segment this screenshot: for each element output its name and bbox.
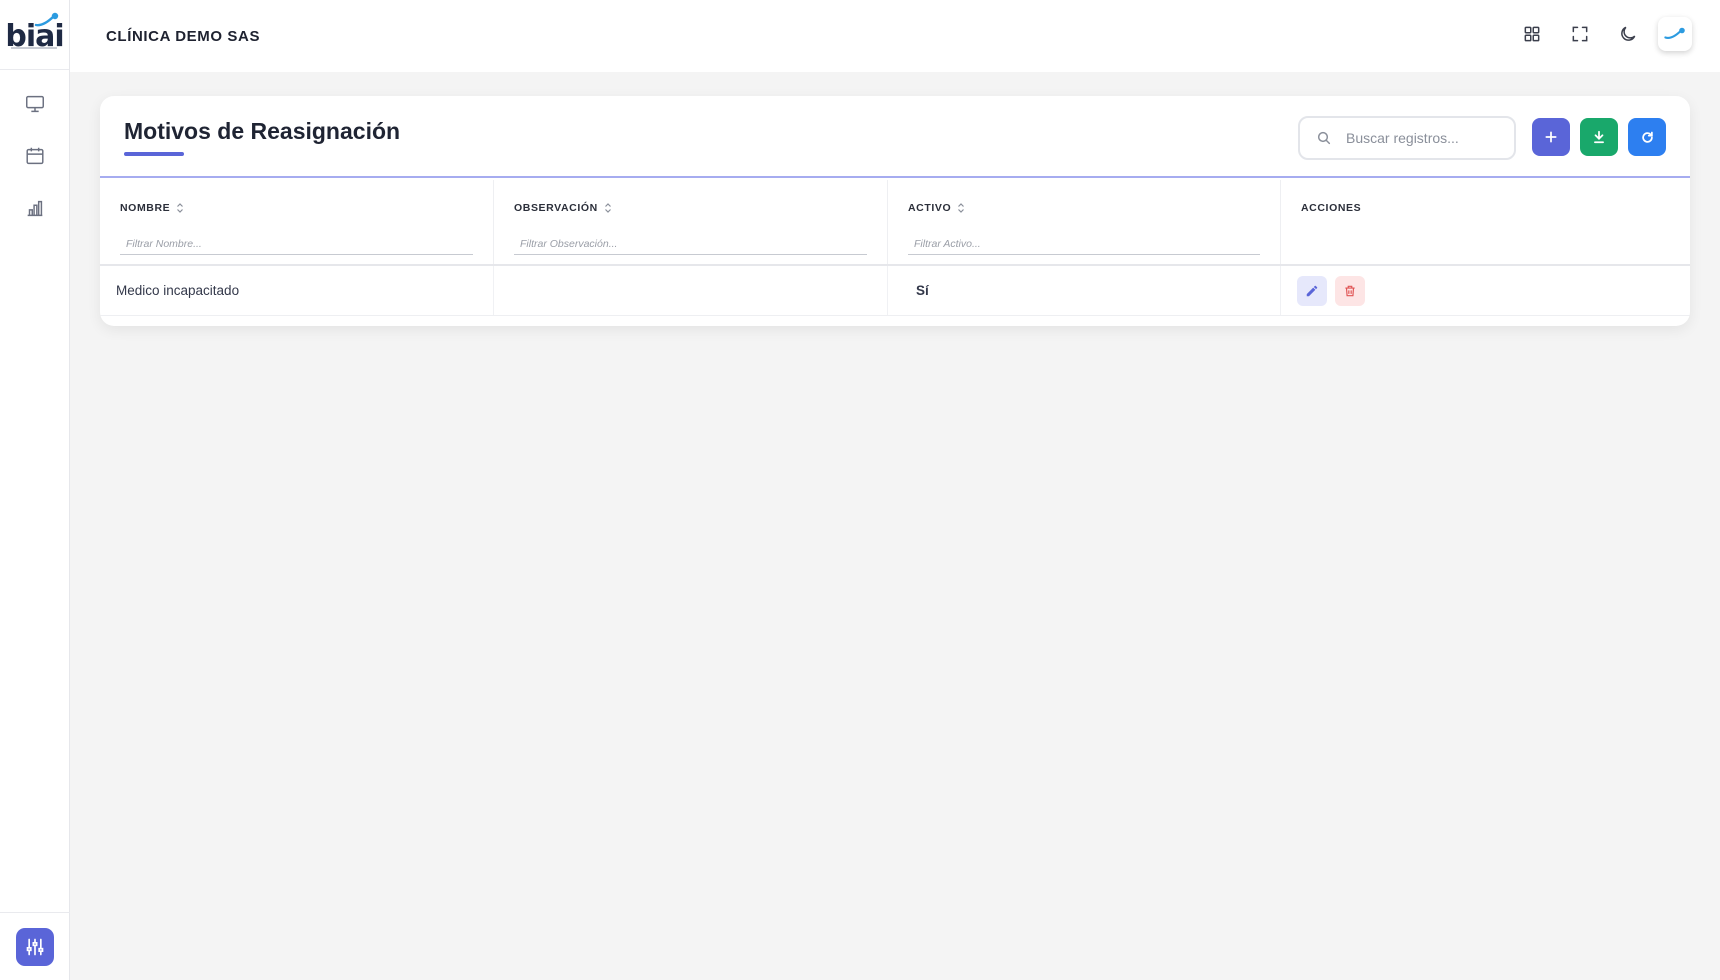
- search-input[interactable]: [1346, 130, 1496, 146]
- column-header-nombre[interactable]: NOMBRE: [120, 202, 184, 214]
- filter-observacion-input[interactable]: [514, 234, 867, 255]
- records-table: NOMBRE OBSERVACIÓN ACTIVO: [100, 180, 1690, 316]
- download-icon: [1594, 130, 1604, 144]
- sort-icon: [177, 203, 184, 213]
- edit-button[interactable]: [1297, 275, 1327, 306]
- cell-activo: Sí: [888, 266, 1281, 315]
- avatar-logo-icon: [1664, 27, 1685, 39]
- column-label: ACCIONES: [1301, 202, 1362, 214]
- fullscreen-icon: [1572, 26, 1588, 42]
- column-label: NOMBRE: [120, 202, 171, 214]
- sidebar: biai: [0, 0, 70, 980]
- refresh-button[interactable]: [1628, 118, 1666, 156]
- calendar-icon: [26, 147, 44, 165]
- grid-icon: [1524, 26, 1540, 42]
- add-icon: [1545, 131, 1557, 143]
- sidebar-item-reports[interactable]: [0, 182, 70, 234]
- trash-icon: [1345, 285, 1355, 296]
- column-header-acciones: ACCIONES: [1301, 202, 1361, 214]
- app-logo[interactable]: biai: [0, 0, 69, 70]
- column-header-observacion[interactable]: OBSERVACIÓN: [514, 202, 612, 214]
- search-icon: [1317, 131, 1331, 145]
- column-nombre: NOMBRE: [100, 180, 494, 264]
- card-header: Motivos de Reasignación: [100, 96, 1690, 178]
- apps-button[interactable]: [1508, 16, 1556, 52]
- sidebar-item-dashboard[interactable]: [0, 78, 70, 130]
- cell-nombre: Medico incapacitado: [100, 266, 494, 315]
- title-underline: [124, 152, 184, 156]
- sidebar-footer: [0, 912, 70, 980]
- table-row[interactable]: Medico incapacitado Sí: [100, 266, 1690, 316]
- page-title: Motivos de Reasignación: [124, 118, 401, 144]
- bar-chart-icon: [27, 200, 43, 217]
- moon-icon: [1621, 26, 1636, 41]
- search-box: [1298, 116, 1516, 160]
- sort-icon: [958, 203, 965, 213]
- logo-swoosh-icon: [34, 12, 59, 27]
- filter-activo-input[interactable]: [908, 234, 1260, 255]
- column-acciones: ACCIONES: [1281, 180, 1676, 264]
- cell-observacion: [494, 266, 888, 315]
- top-header: CLÍNICA DEMO SAS: [70, 0, 1720, 72]
- column-label: ACTIVO: [908, 202, 952, 214]
- fullscreen-button[interactable]: [1556, 16, 1604, 52]
- settings-button[interactable]: [16, 927, 54, 966]
- column-activo: ACTIVO: [888, 180, 1281, 264]
- pencil-icon: [1306, 285, 1318, 296]
- records-card: Motivos de Reasignación Buscar registros…: [100, 96, 1690, 326]
- company-name: CLÍNICA DEMO SAS: [106, 27, 261, 45]
- column-header-activo[interactable]: ACTIVO: [908, 202, 965, 214]
- sidebar-nav: [0, 70, 69, 234]
- sidebar-item-calendar[interactable]: [0, 130, 70, 182]
- monitor-icon: [26, 95, 44, 113]
- add-button[interactable]: [1532, 118, 1570, 156]
- logo-tagline: [11, 47, 57, 49]
- refresh-icon: [1641, 131, 1653, 143]
- cell-acciones: [1281, 266, 1676, 315]
- dark-mode-toggle[interactable]: [1604, 16, 1652, 52]
- filter-nombre-input[interactable]: [120, 234, 473, 255]
- download-button[interactable]: [1580, 118, 1618, 156]
- delete-button[interactable]: [1335, 275, 1365, 306]
- sort-icon: [604, 203, 611, 213]
- table-header: NOMBRE OBSERVACIÓN ACTIVO: [100, 180, 1690, 266]
- column-label: OBSERVACIÓN: [514, 202, 598, 214]
- user-avatar[interactable]: [1658, 17, 1692, 51]
- sliders-icon: [26, 938, 44, 955]
- column-observacion: OBSERVACIÓN: [494, 180, 888, 264]
- header-toolbar: [1508, 16, 1692, 52]
